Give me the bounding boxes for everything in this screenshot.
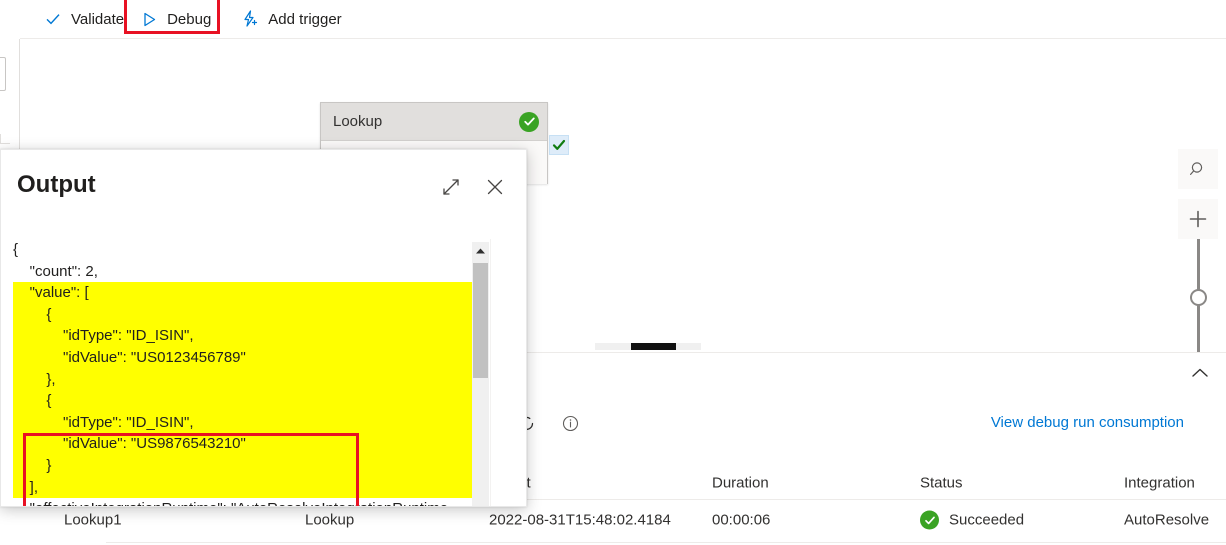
node-selection-checkbox[interactable] bbox=[549, 135, 569, 155]
success-check-icon bbox=[920, 510, 939, 530]
json-line: "idType": "ID_ISIN", bbox=[13, 325, 477, 347]
lightning-bolt-plus-icon bbox=[241, 10, 259, 28]
json-line: "idValue": "US9876543210" bbox=[13, 433, 477, 455]
pipeline-toolbar: Validate Debug Add trigger bbox=[0, 0, 1226, 38]
toolbar-left-spacer bbox=[0, 0, 36, 38]
column-header-integration: Integration bbox=[1124, 474, 1195, 491]
output-panel-title: Output bbox=[17, 171, 96, 198]
canvas-scrollbar-thumb[interactable] bbox=[631, 343, 676, 350]
json-line: { bbox=[13, 241, 19, 258]
validate-label: Validate bbox=[71, 10, 125, 28]
search-icon bbox=[1190, 162, 1203, 175]
add-trigger-label: Add trigger bbox=[268, 10, 342, 28]
cell-run-start: 2022-08-31T15:48:02.4184 bbox=[489, 511, 671, 529]
cell-activity-type: Lookup bbox=[305, 511, 355, 529]
column-header-status: Status bbox=[920, 474, 963, 491]
scroll-up-arrow-icon[interactable] bbox=[472, 242, 489, 259]
json-line: "count": 2, bbox=[13, 262, 98, 280]
debug-button-wrapper: Debug bbox=[124, 0, 221, 34]
chevron-up-icon[interactable] bbox=[1186, 361, 1214, 385]
table-row-divider bbox=[106, 542, 1226, 543]
plus-icon bbox=[1189, 210, 1207, 228]
activity-node-title: Lookup bbox=[333, 113, 383, 130]
left-rail-collapse-handle[interactable] bbox=[0, 57, 6, 91]
cell-duration: 00:00:06 bbox=[712, 511, 771, 529]
zoom-slider[interactable] bbox=[1178, 239, 1218, 354]
output-panel-right-strip bbox=[490, 239, 526, 506]
json-line: "idValue": "US0123456789" bbox=[13, 346, 477, 369]
json-line: { bbox=[13, 303, 477, 326]
zoom-in-button[interactable] bbox=[1178, 199, 1218, 239]
info-icon[interactable] bbox=[559, 412, 581, 434]
zoom-slider-handle[interactable] bbox=[1190, 289, 1207, 306]
json-line: } bbox=[13, 454, 477, 477]
left-rail bbox=[0, 39, 20, 149]
status-label: Succeeded bbox=[949, 511, 1025, 529]
checkmark-icon bbox=[44, 10, 62, 28]
debug-label: Debug bbox=[167, 10, 212, 28]
json-line: }, bbox=[13, 368, 477, 391]
json-line: ], bbox=[13, 476, 477, 499]
output-json-viewer[interactable]: { "count": 2, "value": [ { "idType": "ID… bbox=[1, 239, 477, 506]
column-header-duration: Duration bbox=[712, 474, 769, 491]
canvas-horizontal-scrollbar[interactable] bbox=[595, 343, 701, 350]
json-line: "effectiveIntegrationRuntime": "AutoReso… bbox=[13, 498, 477, 506]
add-trigger-button[interactable]: Add trigger bbox=[233, 4, 349, 34]
validate-button[interactable]: Validate bbox=[36, 4, 132, 34]
json-line: "idType": "ID_ISIN", bbox=[13, 411, 477, 434]
play-triangle-icon bbox=[140, 10, 158, 28]
close-icon[interactable] bbox=[484, 176, 506, 198]
expand-icon[interactable] bbox=[440, 176, 462, 198]
output-vertical-scrollbar[interactable] bbox=[472, 242, 489, 506]
output-panel: Output Copy to bbox=[0, 149, 527, 507]
output-panel-actions bbox=[440, 176, 506, 198]
status-badge: Succeeded bbox=[920, 510, 1025, 530]
activity-node-header: Lookup bbox=[321, 103, 547, 141]
left-rail-tick bbox=[0, 134, 10, 144]
output-scrollbar-thumb[interactable] bbox=[473, 263, 488, 378]
zoom-to-fit-button[interactable] bbox=[1178, 149, 1218, 189]
cell-activity-name: Lookup1 bbox=[64, 511, 122, 529]
debug-button[interactable]: Debug bbox=[132, 4, 219, 34]
json-line: { bbox=[13, 390, 477, 412]
cell-integration-runtime: AutoResolve bbox=[1124, 511, 1210, 529]
json-line: "value": [ bbox=[13, 282, 477, 304]
view-debug-run-consumption-link[interactable]: View debug run consumption bbox=[991, 414, 1184, 431]
pipeline-debug-screen: Validate Debug Add trigger Lookup View d… bbox=[0, 0, 1226, 545]
node-success-status-icon bbox=[519, 111, 539, 132]
canvas-zoom-controls bbox=[1178, 149, 1218, 355]
